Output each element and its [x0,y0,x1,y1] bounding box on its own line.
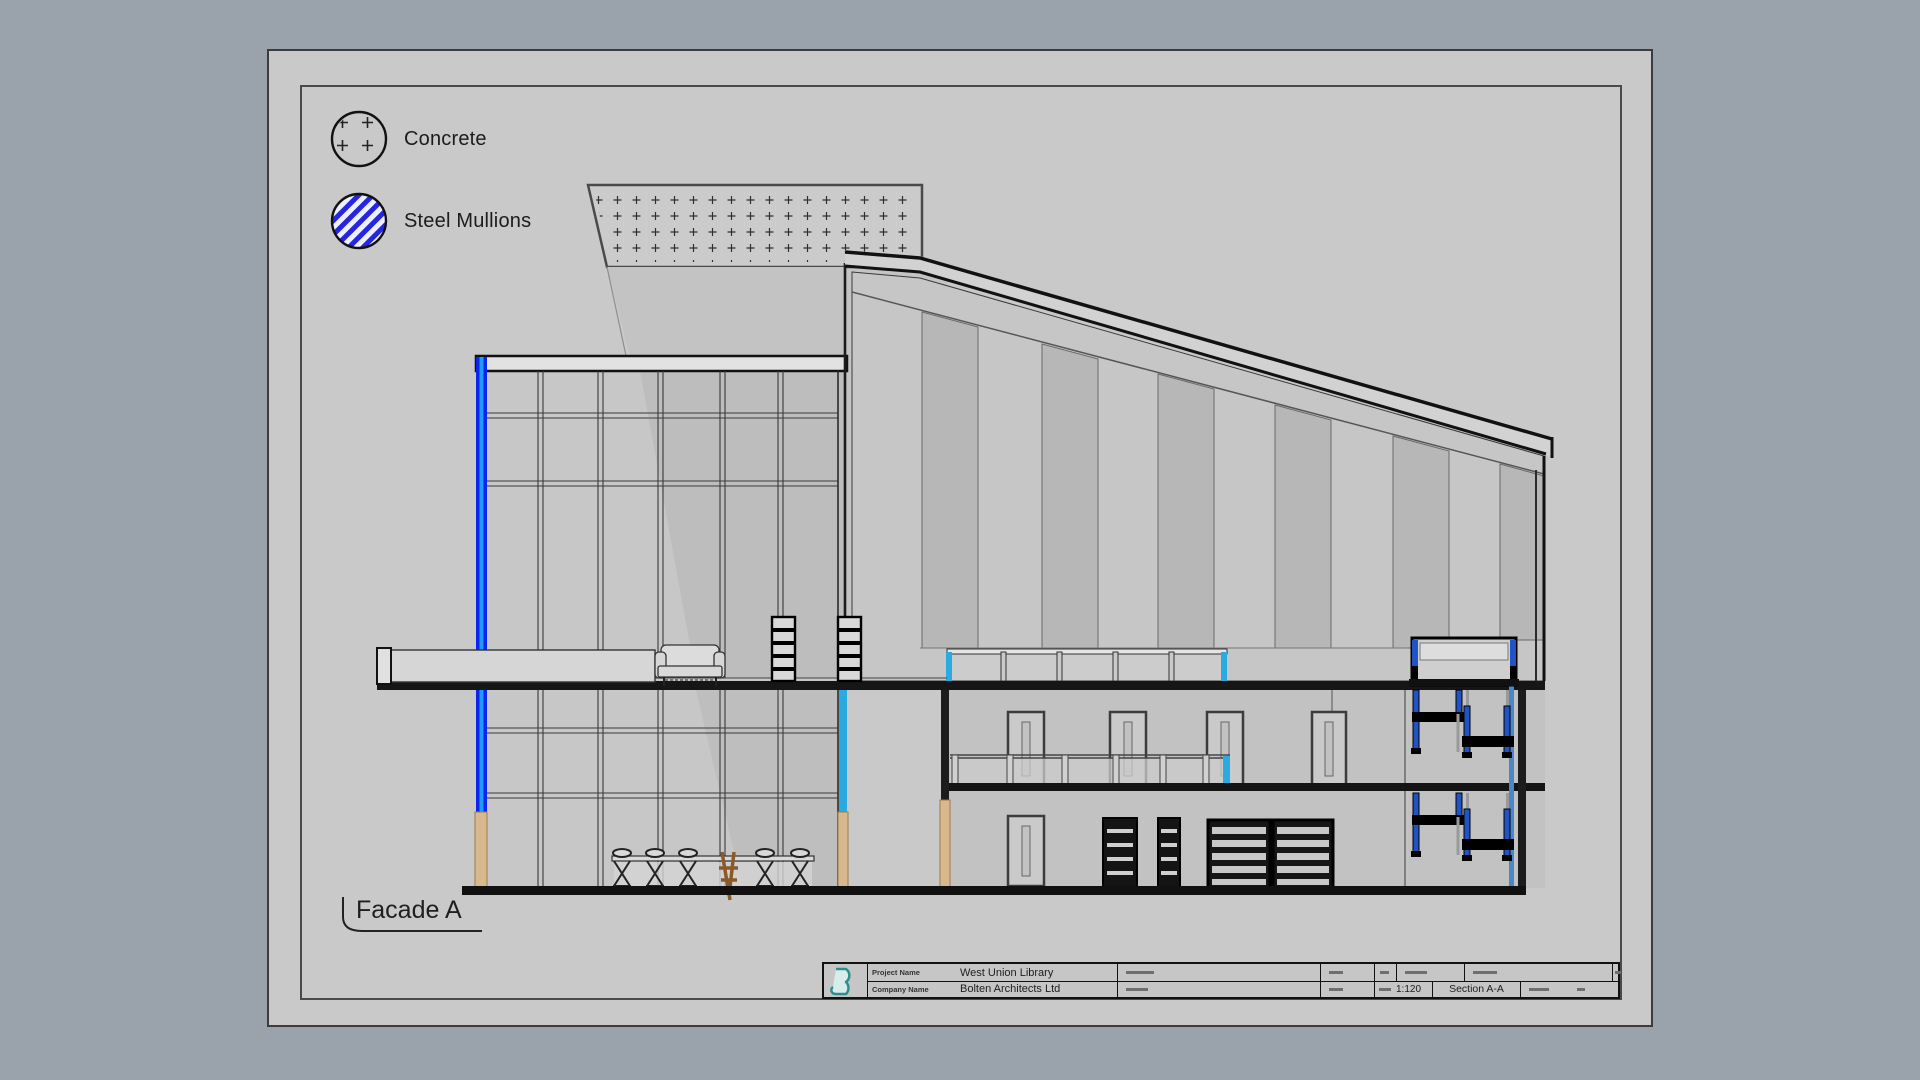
placeholder-dash [1126,988,1148,991]
empty-cell [1520,981,1622,997]
placeholder-dash [1126,971,1154,974]
empty-cell [1320,981,1374,997]
placeholder-dash [1379,988,1391,991]
bookshelf-tower [838,617,861,681]
hall-mezzanine-railing [946,649,1227,681]
placeholder-dash [1405,971,1427,974]
project-name-label: Project Name [868,968,920,977]
placeholder-dash [1615,971,1621,974]
balustrade-post-cyan [1223,756,1230,784]
scale-value: 1:120 [1391,984,1421,995]
slatted-shelving-unit [1273,820,1333,888]
scale-cell: 1:120 [1374,981,1432,997]
door [1008,816,1044,886]
slab-end-cap [377,648,391,684]
legend-item-steel-mullions: Steel Mullions [330,192,531,250]
company-name-value-cell: Bolten Architects Ltd [952,981,1117,997]
timber-column [940,800,950,888]
blue-hatch-icon [330,192,388,250]
empty-cell [1396,964,1464,981]
slatted-shelving-unit [1208,820,1270,888]
concrete-stipple-icon [330,110,388,168]
highlighted-steel-mullion-left [475,357,487,890]
corridor-balustrade [950,755,1230,785]
placeholder-dash [1380,971,1389,974]
curtain-wall-block [475,263,848,890]
screenshot-stage: Concrete Steel Mullions Facade A [0,0,1920,1080]
legend-label: Concrete [404,128,487,151]
placeholder-dash [1529,988,1549,991]
bookshelf-tower [772,617,795,681]
empty-cell [1612,964,1622,981]
reading-hall [852,272,1544,681]
empty-cell [1117,981,1320,997]
bookshelf-tower [1103,818,1137,888]
placeholder-dash [1473,971,1497,974]
legend-label: Steel Mullions [404,210,531,233]
railing-post-cyan [1221,652,1227,681]
company-name-value: Bolten Architects Ltd [952,983,1060,995]
project-name-label-cell: Project Name [867,964,952,981]
section-drawing [0,0,1920,1080]
rooftop-glazed-box [1409,638,1519,686]
material-legend: Concrete Steel Mullions [330,110,531,274]
highlighted-mullion-cyan [838,690,848,890]
view-title-text: Facade A [356,896,462,924]
empty-cell [1464,964,1612,981]
view-title: Facade A [356,896,462,925]
view-name-cell: Section A-A [1432,981,1520,997]
ground-slab [462,886,1526,895]
project-name-value-cell: West Union Library [952,964,1117,981]
title-block: Project Name West Union Library Company … [822,962,1620,999]
bench [379,650,655,682]
placeholder-dash [1577,988,1585,991]
placeholder-dash [1329,988,1343,991]
legend-item-concrete: Concrete [330,110,531,168]
empty-cell [1117,964,1320,981]
empty-cell [1320,964,1374,981]
railing-post-cyan [946,652,952,681]
company-name-label: Company Name [868,985,929,994]
view-name-value: Section A-A [1449,983,1504,995]
block-right-wall [1518,690,1526,888]
level2-floor-slab [943,783,1545,791]
door [1312,712,1346,786]
logo-cell [824,964,867,997]
project-name-value: West Union Library [952,967,1053,979]
block-left-wall [941,690,949,800]
bookshelf-tower [1158,818,1180,888]
placeholder-dash [1329,971,1343,974]
company-name-label-cell: Company Name [867,981,952,997]
company-logo-icon [826,965,866,997]
empty-cell [1374,964,1396,981]
